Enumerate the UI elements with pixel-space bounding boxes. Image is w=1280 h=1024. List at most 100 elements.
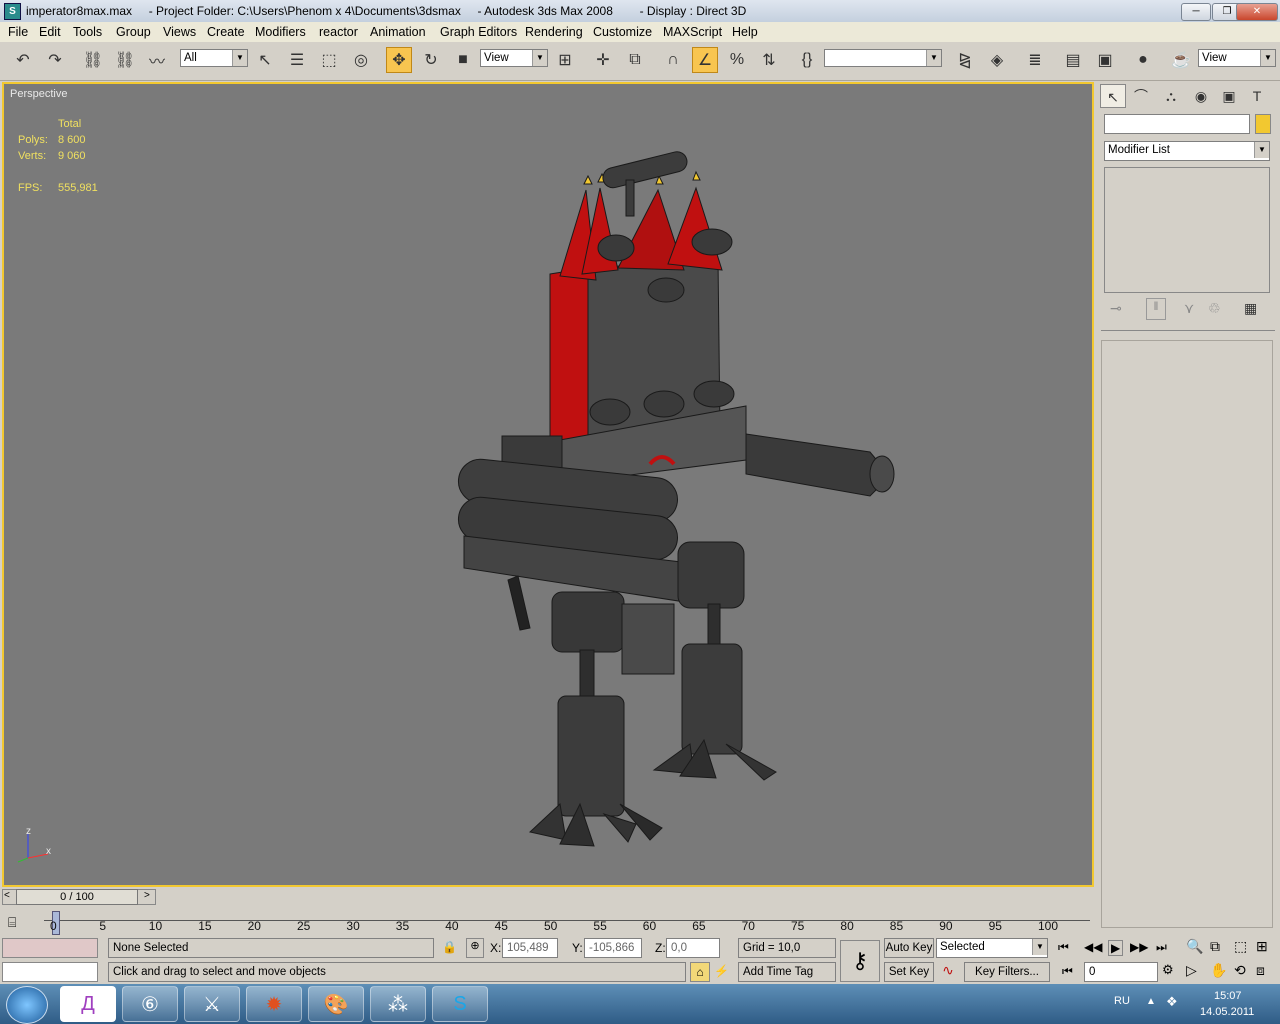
taskbar-paint-icon[interactable]: 🎨 bbox=[308, 986, 364, 1022]
menu-rendering[interactable]: Rendering bbox=[525, 25, 583, 39]
menu-views[interactable]: Views bbox=[163, 25, 196, 39]
clock-time[interactable]: 15:07 bbox=[1214, 990, 1242, 1002]
show-end-result-icon[interactable]: ‖ bbox=[1146, 298, 1166, 320]
absolute-mode-icon[interactable]: ⊕ bbox=[466, 938, 484, 958]
key-filters-button[interactable]: Key Filters... bbox=[964, 962, 1050, 982]
arc-rotate-icon[interactable]: ⟲ bbox=[1234, 962, 1246, 979]
time-slider-thumb[interactable]: 0 / 100 bbox=[16, 889, 138, 905]
language-indicator[interactable]: RU bbox=[1114, 995, 1130, 1007]
close-button[interactable]: ✕ bbox=[1236, 3, 1278, 21]
rollout-area[interactable] bbox=[1101, 340, 1273, 928]
object-name-field[interactable] bbox=[1104, 114, 1250, 134]
window-crossing-icon[interactable]: ◎ bbox=[348, 47, 374, 73]
minimize-button[interactable]: ─ bbox=[1181, 3, 1211, 21]
menu-animation[interactable]: Animation bbox=[370, 25, 426, 39]
selection-filter-dropdown[interactable]: All ▼ bbox=[180, 49, 248, 67]
angle-snap-icon[interactable]: ∠ bbox=[692, 47, 718, 73]
go-to-end-icon[interactable]: ⏭ bbox=[1156, 940, 1167, 955]
menu-create[interactable]: Create bbox=[207, 25, 245, 39]
taskbar-skype-icon[interactable]: S bbox=[432, 986, 488, 1022]
spinner-snap-icon[interactable]: ⇅ bbox=[756, 47, 782, 73]
taskbar-media-icon[interactable]: ⁂ bbox=[370, 986, 426, 1022]
snaps-toggle-icon[interactable]: ∩ bbox=[660, 47, 686, 73]
mirror-icon[interactable]: ⧎ bbox=[952, 47, 978, 73]
layer-manager-icon[interactable]: ≣ bbox=[1022, 47, 1048, 73]
object-color-swatch[interactable] bbox=[1255, 114, 1271, 134]
key-mode-dropdown[interactable]: Selected ▼ bbox=[936, 938, 1048, 958]
pan-view-icon[interactable]: ✋ bbox=[1210, 962, 1227, 979]
maxscript-listener-white[interactable] bbox=[2, 962, 98, 982]
robot-model[interactable] bbox=[4, 84, 1092, 885]
z-coord-field[interactable]: 0,0 bbox=[666, 938, 720, 958]
start-button[interactable] bbox=[6, 986, 48, 1024]
redo-icon[interactable]: ↷ bbox=[42, 47, 68, 73]
x-coord-field[interactable]: 105,489 bbox=[502, 938, 558, 958]
menu-edit[interactable]: Edit bbox=[39, 25, 61, 39]
pin-stack-icon[interactable]: ⊸ bbox=[1110, 300, 1122, 317]
taskbar-game-icon[interactable]: ⚔ bbox=[184, 986, 240, 1022]
link-icon[interactable]: ⛓ bbox=[80, 47, 106, 73]
play-icon[interactable]: ▶ bbox=[1108, 940, 1124, 956]
select-object-icon[interactable]: ↖ bbox=[252, 47, 278, 73]
display-tab-icon[interactable]: ▣ bbox=[1216, 84, 1242, 108]
lock-icon[interactable]: 🔒 bbox=[442, 940, 457, 954]
y-coord-field[interactable]: -105,866 bbox=[584, 938, 642, 958]
menu-maxscript[interactable]: MAXScript bbox=[663, 25, 722, 39]
set-key-icon[interactable]: ⚷ bbox=[840, 940, 880, 982]
make-unique-icon[interactable]: ⋎ bbox=[1184, 300, 1194, 317]
menu-modifiers[interactable]: Modifiers bbox=[255, 25, 306, 39]
previous-frame-icon[interactable]: ◀◀ bbox=[1084, 940, 1102, 954]
manipulate-icon[interactable]: ✛ bbox=[590, 47, 616, 73]
default-in-out-tangents-icon[interactable]: ∿ bbox=[938, 962, 958, 982]
menu-help[interactable]: Help bbox=[732, 25, 758, 39]
menu-reactor[interactable]: reactor bbox=[319, 25, 358, 39]
motion-tab-icon[interactable]: ◉ bbox=[1188, 84, 1214, 108]
network-icon[interactable]: ❖ bbox=[1166, 994, 1178, 1010]
select-scale-icon[interactable]: ■ bbox=[450, 47, 476, 73]
current-frame-field[interactable]: 0 bbox=[1084, 962, 1158, 982]
time-slider-prev[interactable]: < bbox=[4, 890, 14, 904]
menu-customize[interactable]: Customize bbox=[593, 25, 652, 39]
rect-selection-icon[interactable]: ⬚ bbox=[316, 47, 342, 73]
taskbar-game2-icon[interactable]: ✹ bbox=[246, 986, 302, 1022]
reference-coordinate-dropdown[interactable]: View ▼ bbox=[480, 49, 548, 67]
material-editor-icon[interactable]: ● bbox=[1130, 47, 1156, 73]
maximize-viewport-icon[interactable]: ⧈ bbox=[1256, 962, 1265, 979]
zoom-icon[interactable]: 🔍 bbox=[1186, 938, 1203, 955]
selection-lock-icon[interactable]: ⌂ bbox=[690, 962, 710, 982]
edit-named-selection-icon[interactable]: {} bbox=[794, 47, 820, 73]
field-of-view-icon[interactable]: ▷ bbox=[1186, 962, 1197, 979]
pivot-center-icon[interactable]: ⊞ bbox=[552, 47, 578, 73]
hierarchy-tab-icon[interactable]: ⛬ bbox=[1158, 84, 1184, 108]
menu-graph-editors[interactable]: Graph Editors bbox=[440, 25, 517, 39]
curve-editor-icon[interactable]: ▤ bbox=[1060, 47, 1086, 73]
select-move-icon[interactable]: ✥ bbox=[386, 47, 412, 73]
taskbar-3dsmax-icon[interactable]: ⑥ bbox=[122, 986, 178, 1022]
perspective-viewport[interactable]: Perspective Total Polys: 8 600 Verts: 9 … bbox=[2, 82, 1094, 887]
configure-modifier-sets-icon[interactable]: ▦ bbox=[1244, 300, 1257, 317]
app-icon[interactable]: S bbox=[4, 3, 21, 20]
named-selection-dropdown[interactable]: ▼ bbox=[824, 49, 942, 67]
maxscript-listener-pink[interactable] bbox=[2, 938, 98, 958]
unlink-icon[interactable]: ⛓ bbox=[112, 47, 138, 73]
adaptive-degradation-icon[interactable]: ⚡ bbox=[714, 964, 729, 978]
undo-icon[interactable]: ↶ bbox=[10, 47, 36, 73]
utilities-tab-icon[interactable]: T bbox=[1244, 84, 1270, 108]
modifier-stack[interactable] bbox=[1104, 167, 1270, 293]
menu-file[interactable]: File bbox=[8, 25, 28, 39]
add-time-tag-button[interactable]: Add Time Tag bbox=[738, 962, 836, 982]
menu-group[interactable]: Group bbox=[116, 25, 151, 39]
menu-tools[interactable]: Tools bbox=[73, 25, 102, 39]
zoom-extents-all-icon[interactable]: ⊞ bbox=[1256, 938, 1268, 955]
modify-tab-icon[interactable]: ⌒ bbox=[1128, 84, 1154, 108]
select-rotate-icon[interactable]: ↻ bbox=[418, 47, 444, 73]
show-hidden-icons[interactable]: ▲ bbox=[1146, 996, 1156, 1007]
keyboard-shortcut-icon[interactable]: ⧉ bbox=[622, 47, 648, 73]
taskbar-app-icon[interactable]: Д bbox=[60, 986, 116, 1022]
align-icon[interactable]: ◈ bbox=[984, 47, 1010, 73]
set-key-button[interactable]: Set Key bbox=[884, 962, 934, 982]
select-by-name-icon[interactable]: ☰ bbox=[284, 47, 310, 73]
open-mini-curve-editor-icon[interactable]: ⌸ bbox=[8, 914, 16, 931]
key-mode-toggle-icon[interactable]: ⏮ bbox=[1062, 964, 1073, 979]
render-scene-icon[interactable]: ☕ bbox=[1168, 47, 1194, 73]
